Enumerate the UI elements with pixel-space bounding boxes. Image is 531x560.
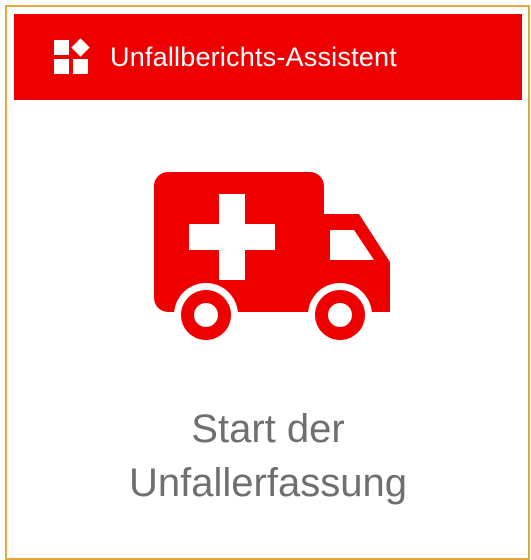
ambulance-icon bbox=[154, 172, 390, 347]
widgets-icon bbox=[52, 38, 90, 76]
caption-line-1: Start der bbox=[191, 407, 345, 451]
start-accident-capture-tile[interactable]: Start der Unfallerfassung bbox=[14, 100, 522, 550]
assistant-header[interactable]: Unfallberichts-Assistent bbox=[14, 14, 522, 100]
caption-line-2: Unfallerfassung bbox=[129, 461, 407, 505]
tile-caption: Start der Unfallerfassung bbox=[14, 402, 522, 510]
header-title: Unfallberichts-Assistent bbox=[110, 41, 397, 72]
